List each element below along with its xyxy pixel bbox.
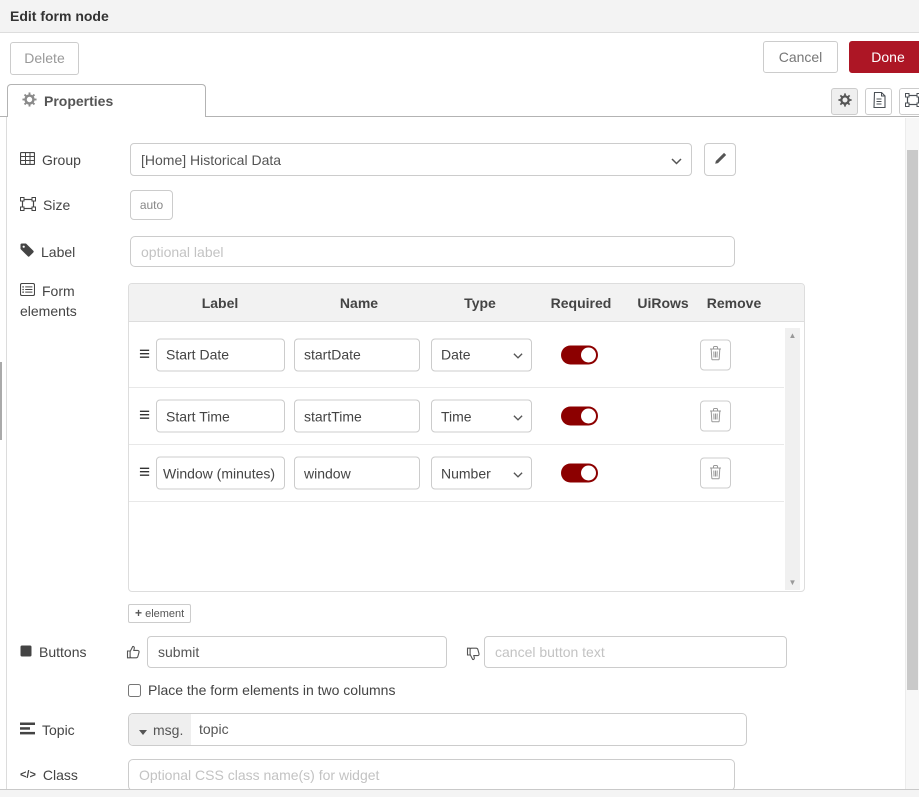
col-header-label: Label [202, 284, 239, 322]
element-type-select[interactable]: Time [431, 400, 532, 433]
size-field-label: Size [20, 190, 70, 220]
chevron-down-icon [513, 347, 523, 363]
required-toggle[interactable] [561, 407, 598, 426]
edit-form-node-dialog: Edit form node Delete Cancel Done Proper… [0, 0, 919, 797]
form-element-row: ≡ Time [129, 388, 784, 445]
tab-properties[interactable]: Properties [7, 84, 206, 117]
tray-resize-handle[interactable] [0, 362, 2, 440]
remove-element-button[interactable] [700, 458, 731, 489]
col-header-name: Name [340, 284, 378, 322]
element-name-input[interactable] [294, 457, 420, 490]
chevron-down-icon [513, 465, 523, 481]
toggle-knob [581, 347, 596, 362]
col-header-type: Type [464, 284, 496, 322]
trash-icon [709, 407, 722, 425]
two-columns-label: Place the form elements in two columns [148, 682, 395, 698]
group-select[interactable]: [Home] Historical Data [130, 143, 692, 176]
element-label-input[interactable] [156, 338, 285, 371]
tray-edge-line [6, 117, 7, 797]
form-elements-table: Label Name Type Required UiRows Remove ≡… [128, 283, 805, 592]
remove-element-button[interactable] [700, 401, 731, 432]
dialog-title: Edit form node [0, 0, 919, 33]
element-name-input[interactable] [294, 338, 420, 371]
class-field-label: </> Class [20, 759, 78, 791]
form-elements-field-label: Form [20, 281, 75, 301]
gear-icon [22, 92, 37, 110]
form-elements-table-header: Label Name Type Required UiRows Remove [129, 284, 804, 322]
size-auto-button[interactable]: auto [130, 190, 173, 220]
form-element-row: ≡ Date [129, 322, 784, 388]
label-field-label: Label [20, 236, 75, 267]
cancel-button[interactable]: Cancel [763, 41, 838, 73]
document-icon [872, 92, 886, 111]
topic-type-button[interactable]: msg. [129, 714, 191, 745]
trash-icon [709, 464, 722, 482]
description-view-button[interactable] [865, 88, 892, 115]
two-columns-checkbox[interactable] [128, 684, 141, 697]
element-name-input[interactable] [294, 400, 420, 433]
topic-value[interactable]: topic [199, 714, 229, 745]
pencil-icon [714, 152, 727, 168]
submit-button-text-input[interactable] [147, 636, 447, 668]
scroll-up-icon[interactable]: ▲ [785, 331, 800, 340]
col-header-required: Required [551, 284, 612, 322]
class-input[interactable] [128, 759, 735, 791]
group-select-value: [Home] Historical Data [141, 152, 281, 168]
table-grid-icon [20, 152, 35, 168]
element-label-input[interactable] [156, 400, 285, 433]
chevron-down-icon [671, 152, 682, 168]
toggle-knob [581, 409, 596, 424]
table-scrollbar-track[interactable]: ▲ ▼ [785, 328, 800, 590]
list-alt-icon [20, 283, 35, 299]
col-header-remove: Remove [707, 284, 761, 322]
form-elements-field-label-line2: elements [20, 301, 77, 321]
caret-down-icon [139, 722, 147, 738]
label-input[interactable] [130, 236, 735, 267]
drag-handle-icon[interactable]: ≡ [139, 462, 150, 484]
element-label-input[interactable] [156, 457, 285, 490]
scroll-down-icon[interactable]: ▼ [785, 578, 800, 587]
add-element-button[interactable]: + element [128, 604, 191, 623]
col-header-uirows: UiRows [637, 284, 688, 322]
dialog-bottom-edge [0, 789, 919, 797]
appearance-view-button[interactable] [899, 88, 919, 115]
done-button[interactable]: Done [849, 41, 919, 73]
two-columns-option: Place the form elements in two columns [128, 682, 395, 698]
properties-view-button[interactable] [831, 88, 858, 115]
edit-group-button[interactable] [704, 143, 736, 176]
object-group-icon [20, 197, 36, 214]
appearance-icon [905, 93, 919, 110]
form-element-row: ≡ Number [129, 445, 784, 502]
required-toggle[interactable] [561, 464, 598, 483]
trash-icon [709, 346, 722, 364]
code-icon: </> [20, 769, 36, 781]
main-scrollbar-thumb[interactable] [907, 150, 918, 690]
topic-type-label: msg. [153, 722, 183, 738]
toggle-knob [581, 466, 596, 481]
topic-typed-input: msg. topic [128, 713, 747, 746]
cancel-button-text-input[interactable] [484, 636, 787, 668]
thumbs-up-icon [126, 644, 142, 660]
topic-field-label: Topic [20, 713, 75, 746]
group-field-label: Group [20, 143, 81, 176]
chevron-down-icon [513, 408, 523, 424]
tab-properties-label: Properties [44, 93, 113, 109]
gear-icon [838, 93, 852, 110]
remove-element-button[interactable] [700, 339, 731, 370]
drag-handle-icon[interactable]: ≡ [139, 344, 150, 366]
element-type-select[interactable]: Number [431, 457, 532, 490]
element-type-select[interactable]: Date [431, 338, 532, 371]
square-icon [20, 644, 32, 660]
required-toggle[interactable] [561, 345, 598, 364]
buttons-field-label: Buttons [20, 636, 86, 668]
thumbs-down-icon [466, 646, 482, 662]
tasks-icon [20, 722, 35, 738]
drag-handle-icon[interactable]: ≡ [139, 405, 150, 427]
delete-button[interactable]: Delete [10, 42, 79, 75]
tag-icon [20, 243, 34, 260]
